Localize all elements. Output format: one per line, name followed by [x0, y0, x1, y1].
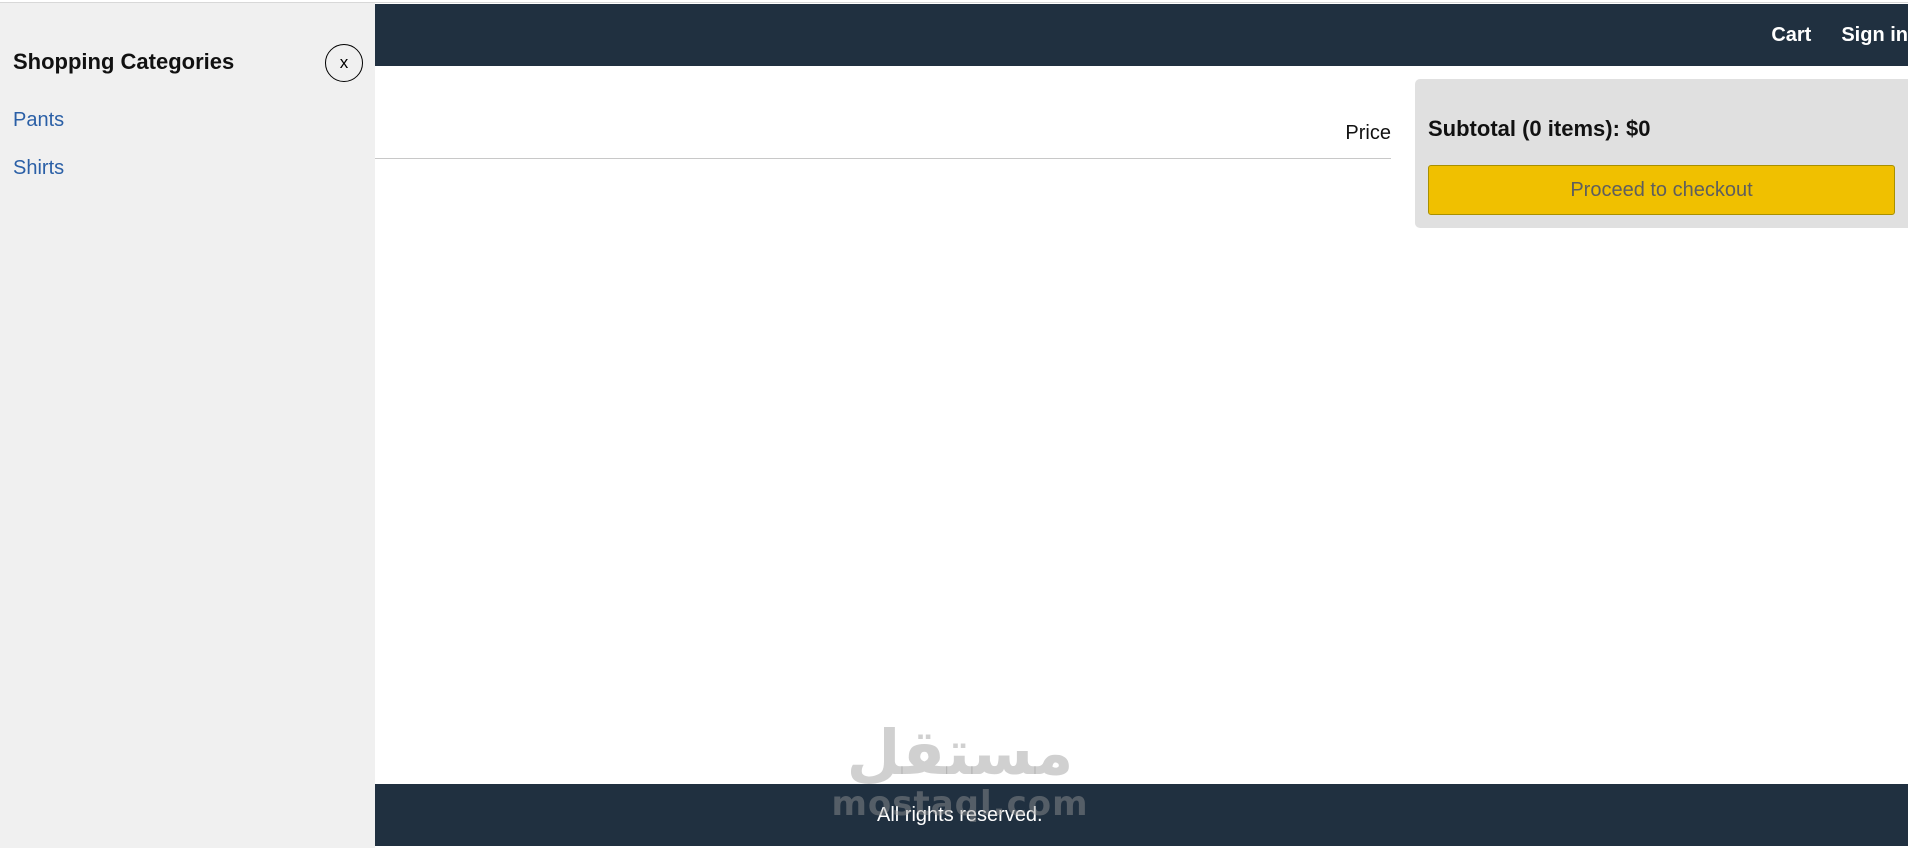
order-summary: Subtotal (0 items): $0 Proceed to checko…: [1415, 79, 1908, 228]
sign-in-link[interactable]: Sign in: [1841, 24, 1908, 47]
header-nav: Cart Sign in: [1771, 4, 1908, 66]
cart-link[interactable]: Cart: [1771, 24, 1811, 47]
footer-copyright: All rights reserved.: [877, 804, 1043, 826]
subtotal-label: Subtotal (0 items): $0: [1428, 116, 1651, 141]
category-link-pants[interactable]: Pants: [13, 109, 64, 131]
category-item-shirts: Shirts: [13, 157, 64, 205]
proceed-to-checkout-button[interactable]: Proceed to checkout: [1428, 165, 1895, 215]
close-sidebar-button[interactable]: x: [325, 44, 363, 82]
price-column-header: Price: [1345, 122, 1391, 144]
watermark-arabic-text: مستقل: [846, 716, 1074, 789]
category-link-shirts[interactable]: Shirts: [13, 157, 64, 179]
category-list: Pants Shirts: [13, 109, 64, 205]
category-item-pants: Pants: [13, 109, 64, 157]
categories-sidebar: Shopping Categories x Pants Shirts: [0, 3, 375, 848]
cart-table-header: Price: [375, 112, 1391, 159]
sidebar-title: Shopping Categories: [13, 49, 235, 74]
